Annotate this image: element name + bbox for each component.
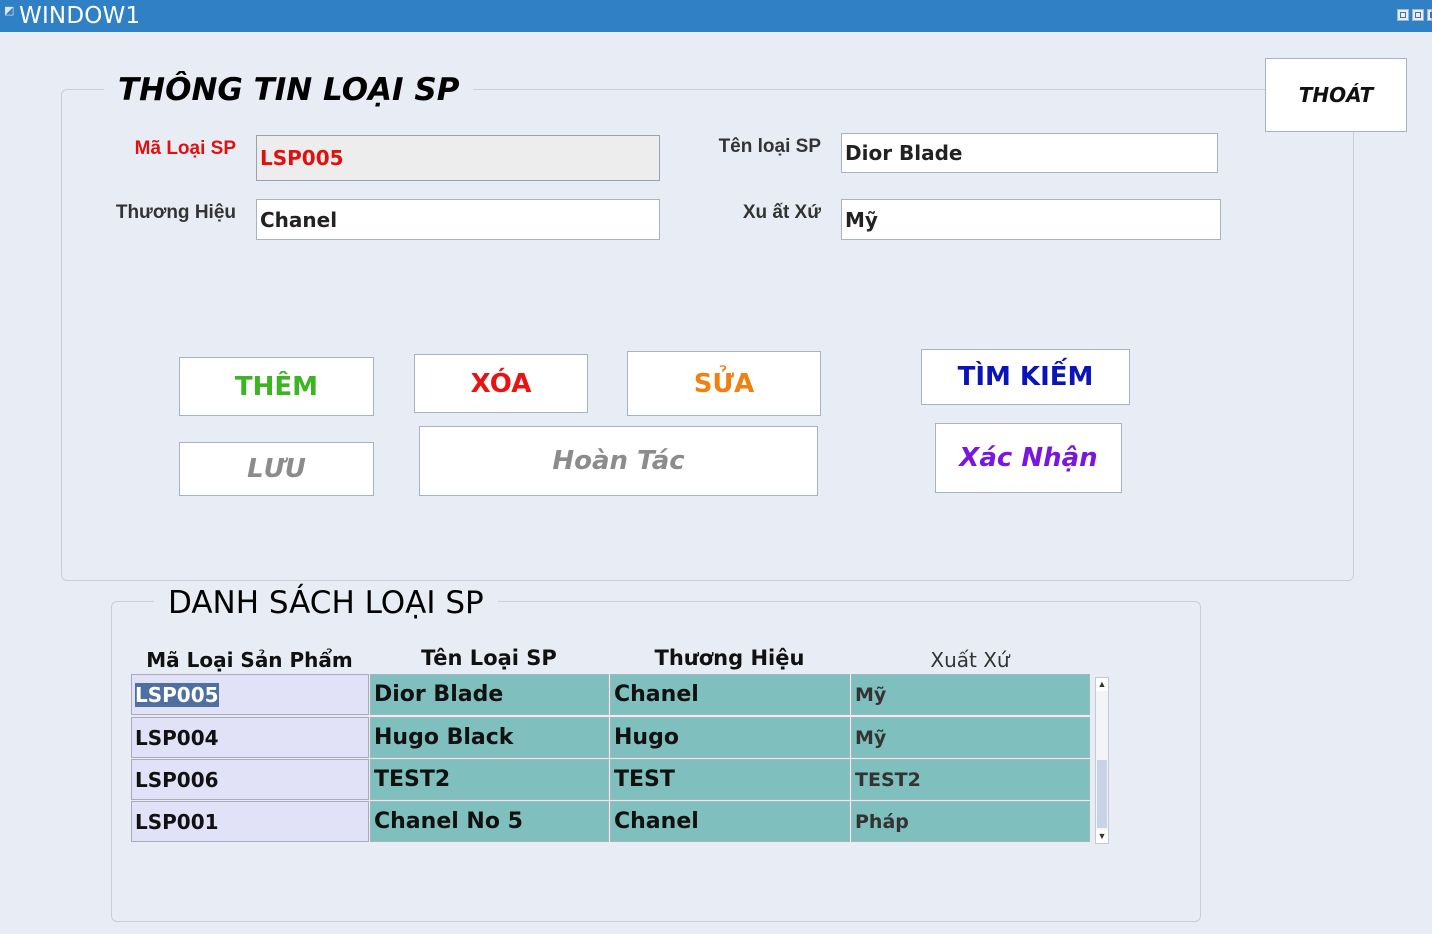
table-cell-ten-loai[interactable]: Dior Blade xyxy=(370,674,609,715)
app-icon: ◩ xyxy=(4,5,15,17)
ma-loai-field[interactable]: LSP005 xyxy=(256,135,660,181)
minimize-icon[interactable] xyxy=(1397,9,1409,21)
xuat-xu-field[interactable]: Mỹ xyxy=(841,199,1221,240)
column-header-xuat-xu[interactable]: Xuất Xứ xyxy=(851,648,1089,672)
table-cell-ten-loai[interactable]: Hugo Black xyxy=(370,717,609,758)
thuong-hieu-field[interactable]: Chanel xyxy=(256,199,660,240)
ten-loai-field[interactable]: Dior Blade xyxy=(841,133,1218,173)
table-cell-ma-loai[interactable]: LSP006 xyxy=(131,759,369,800)
column-header-thuong-hieu[interactable]: Thương Hiệu xyxy=(610,646,849,670)
thuong-hieu-label: Thương Hiệu xyxy=(115,202,236,223)
scroll-thumb[interactable] xyxy=(1097,760,1107,828)
table-cell-ma-loai[interactable]: LSP005 xyxy=(131,674,369,715)
add-button[interactable]: THÊM xyxy=(179,357,374,416)
title-bar: ◩ WINDOW1 xyxy=(0,0,1432,32)
list-group-title: DANH SÁCH LOẠI SP xyxy=(154,585,498,621)
table-cell-thuong-hieu[interactable]: Chanel xyxy=(610,801,850,842)
edit-button[interactable]: SỬA xyxy=(627,351,821,416)
scroll-down-icon[interactable]: ▼ xyxy=(1096,830,1108,843)
confirm-button[interactable]: Xác Nhận xyxy=(935,423,1122,493)
table-cell-ten-loai[interactable]: Chanel No 5 xyxy=(370,801,609,842)
ten-loai-label: Tên loại SP xyxy=(718,136,821,157)
table-scrollbar[interactable]: ▲ ▼ xyxy=(1095,677,1109,844)
table-cell-ma-loai[interactable]: LSP004 xyxy=(131,717,369,758)
table-cell-xuat-xu[interactable]: TEST2 xyxy=(851,759,1090,800)
delete-button[interactable]: XÓA xyxy=(414,354,588,413)
maximize-icon[interactable] xyxy=(1412,9,1424,21)
table-cell-thuong-hieu[interactable]: Chanel xyxy=(610,674,850,715)
undo-button[interactable]: Hoàn Tác xyxy=(419,426,818,496)
ma-loai-label: Mã Loại SP xyxy=(134,138,236,159)
exit-button[interactable]: THOÁT xyxy=(1265,58,1407,132)
table-cell-thuong-hieu[interactable]: TEST xyxy=(610,759,850,800)
column-header-ten-loai[interactable]: Tên Loại SP xyxy=(370,646,608,670)
save-button[interactable]: LƯU xyxy=(179,442,374,496)
table-cell-thuong-hieu[interactable]: Hugo xyxy=(610,717,850,758)
info-group-title: THÔNG TIN LOẠI SP xyxy=(104,72,474,108)
close-icon[interactable] xyxy=(1427,9,1432,21)
table-cell-xuat-xu[interactable]: Mỹ xyxy=(851,674,1090,715)
scroll-up-icon[interactable]: ▲ xyxy=(1096,678,1108,691)
search-button[interactable]: TÌM KIẾM xyxy=(921,349,1130,405)
column-header-ma-loai[interactable]: Mã Loại Sản Phẩm xyxy=(131,648,368,672)
table-cell-xuat-xu[interactable]: Mỹ xyxy=(851,717,1090,758)
table-cell-ten-loai[interactable]: TEST2 xyxy=(370,759,609,800)
xuat-xu-label: Xu ất Xứ xyxy=(742,202,821,223)
selected-cell-text: LSP005 xyxy=(135,682,219,707)
table-cell-xuat-xu[interactable]: Pháp xyxy=(851,801,1090,842)
table-cell-ma-loai[interactable]: LSP001 xyxy=(131,801,369,842)
window-title: WINDOW1 xyxy=(19,3,141,29)
